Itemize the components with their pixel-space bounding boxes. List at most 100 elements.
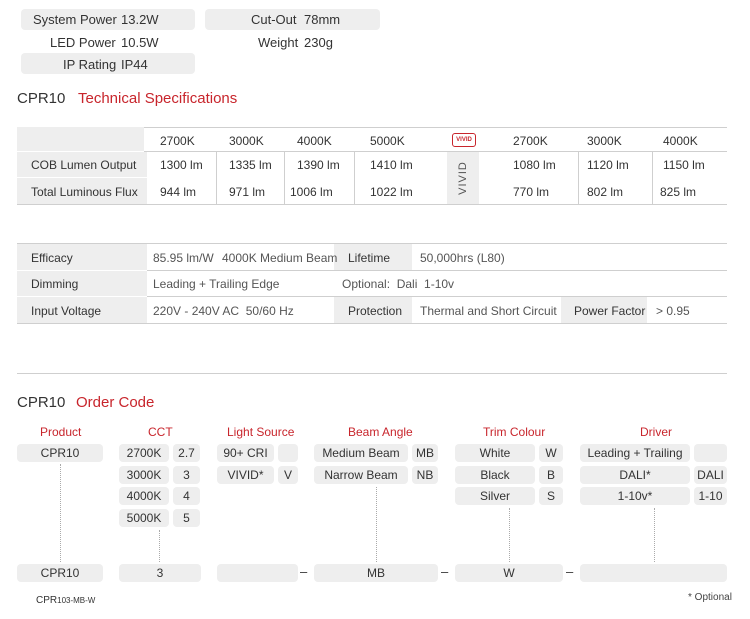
- result-dash-3: –: [566, 564, 574, 579]
- cct-code-label: 5: [183, 511, 190, 525]
- driver-option-leading-trailing[interactable]: Leading + Trailing: [580, 444, 690, 462]
- flux-std-3000: 971 lm: [229, 185, 266, 199]
- cct-code-27[interactable]: 2.7: [173, 444, 200, 462]
- vivid-header-4000: 4000K: [663, 134, 698, 148]
- connector-product: [60, 464, 61, 562]
- cct-code-4[interactable]: 4: [173, 487, 200, 505]
- trim-option-white[interactable]: White: [455, 444, 535, 462]
- cct-option-label: 2700K: [126, 446, 162, 460]
- vivid-vertical-label: VIVID: [457, 161, 469, 195]
- section-divider: [17, 373, 727, 374]
- cob-vivid-3000: 1120 lm: [587, 158, 629, 172]
- cct-option-label: 5000K: [126, 511, 162, 525]
- trim-code-s[interactable]: S: [539, 487, 563, 505]
- beam-label: Narrow Beam: [324, 468, 398, 482]
- std-header-4000: 4000K: [297, 134, 332, 148]
- spec-label-divider-2: [17, 296, 147, 297]
- lifetime-value: 50,000hrs (L80): [420, 251, 505, 265]
- trim-label: Black: [480, 468, 510, 482]
- order-product-option[interactable]: CPR10: [17, 444, 103, 462]
- led-power-value: 10.5W: [121, 35, 159, 50]
- cob-vivid-2700: 1080 lm: [513, 158, 556, 172]
- beam-code-nb[interactable]: NB: [412, 466, 438, 484]
- spec-label-divider-1: [17, 270, 147, 271]
- protection-value: Thermal and Short Circuit: [420, 304, 557, 318]
- trim-code-b[interactable]: B: [539, 466, 563, 484]
- trim-option-silver[interactable]: Silver: [455, 487, 535, 505]
- trim-code: W: [545, 446, 557, 460]
- beam-code: MB: [416, 446, 434, 460]
- result-product-text: CPR10: [40, 566, 80, 580]
- dimming-value: Leading + Trailing Edge: [153, 277, 280, 291]
- cct-option-2700[interactable]: 2700K: [119, 444, 169, 462]
- beam-code-mb[interactable]: MB: [412, 444, 438, 462]
- lumen-table-row-divider: [17, 177, 147, 178]
- light-source-label: 90+ CRI: [223, 446, 268, 460]
- result-cct-text: 3: [156, 566, 164, 580]
- tech-model: CPR10: [17, 90, 66, 107]
- cct-option-5000[interactable]: 5000K: [119, 509, 169, 527]
- connector-driver: [654, 508, 655, 562]
- order-example: CPR103-MB-W: [36, 592, 95, 606]
- weight-label: Weight: [258, 35, 299, 50]
- light-source-code-cri[interactable]: [278, 444, 298, 462]
- trim-label: White: [479, 446, 511, 460]
- flux-std-4000: 1006 lm: [290, 185, 333, 199]
- dimming-optional: Optional: Dali 1-10v: [342, 277, 455, 291]
- trim-option-black[interactable]: Black: [455, 466, 535, 484]
- driver-code-lt[interactable]: [694, 444, 727, 462]
- protection-label: Protection: [348, 304, 403, 318]
- beam-label: Medium Beam: [322, 446, 400, 460]
- trim-code: S: [546, 489, 555, 503]
- light-source-option-vivid[interactable]: VIVID*: [217, 466, 274, 484]
- result-trim-text: W: [503, 566, 515, 580]
- vivid-logo: VIVID: [452, 133, 476, 147]
- cob-std-4000: 1390 lm: [297, 158, 340, 172]
- beam-option-narrow[interactable]: Narrow Beam: [314, 466, 408, 484]
- connector-trim: [509, 508, 510, 562]
- cct-code-label: 3: [183, 468, 190, 482]
- power-factor-label: Power Factor: [574, 304, 646, 318]
- driver-option-dali[interactable]: DALI*: [580, 466, 690, 484]
- power-factor-value: > 0.95: [656, 304, 690, 318]
- light-source-label: VIVID*: [227, 468, 264, 482]
- efficacy-value: 85.95 lm/W: [153, 251, 214, 265]
- flux-std-5000: 1022 lm: [370, 185, 413, 199]
- cct-option-3000[interactable]: 3000K: [119, 466, 169, 484]
- ip-rating-label: IP Rating: [63, 57, 117, 72]
- flux-std-2700: 944 lm: [160, 185, 197, 199]
- light-source-option-cri[interactable]: 90+ CRI: [217, 444, 274, 462]
- cct-code-3[interactable]: 3: [173, 466, 200, 484]
- order-model: CPR10: [17, 394, 66, 411]
- lumen-table-bottom-line: [17, 204, 727, 205]
- driver-label: 1-10v*: [617, 489, 653, 503]
- led-power-label: LED Power: [50, 35, 116, 50]
- cob-std-5000: 1410 lm: [370, 158, 413, 172]
- connector-cct: [159, 530, 160, 562]
- col-sep-1: [216, 152, 217, 204]
- ip-rating-value: IP44: [121, 57, 148, 72]
- weight-value: 230g: [304, 35, 333, 50]
- driver-option-1-10v[interactable]: 1-10v*: [580, 487, 690, 505]
- spec-table-line-3: [17, 323, 727, 324]
- lumen-table-mid-line: [144, 151, 727, 152]
- efficacy-note: 4000K Medium Beam: [222, 251, 338, 265]
- beam-option-medium[interactable]: Medium Beam: [314, 444, 408, 462]
- cct-code-5[interactable]: 5: [173, 509, 200, 527]
- lumen-table-corner: [17, 127, 144, 151]
- order-product-text: CPR10: [40, 446, 80, 460]
- header-trim-colour: Trim Colour: [483, 425, 546, 439]
- row-label-flux: Total Luminous Flux: [31, 185, 138, 199]
- vivid-header-3000: 3000K: [587, 134, 622, 148]
- trim-label: Silver: [479, 489, 510, 503]
- light-source-code-vivid[interactable]: V: [278, 466, 298, 484]
- cct-option-4000[interactable]: 4000K: [119, 487, 169, 505]
- result-cct: 3: [119, 564, 201, 582]
- driver-code: DALI: [697, 468, 724, 482]
- col-sep-3: [354, 152, 355, 204]
- trim-code-w[interactable]: W: [539, 444, 563, 462]
- flux-vivid-4000: 825 lm: [660, 185, 697, 199]
- driver-code-dali[interactable]: DALI: [694, 466, 727, 484]
- driver-code-1-10[interactable]: 1-10: [694, 487, 727, 505]
- connector-beam: [376, 487, 377, 562]
